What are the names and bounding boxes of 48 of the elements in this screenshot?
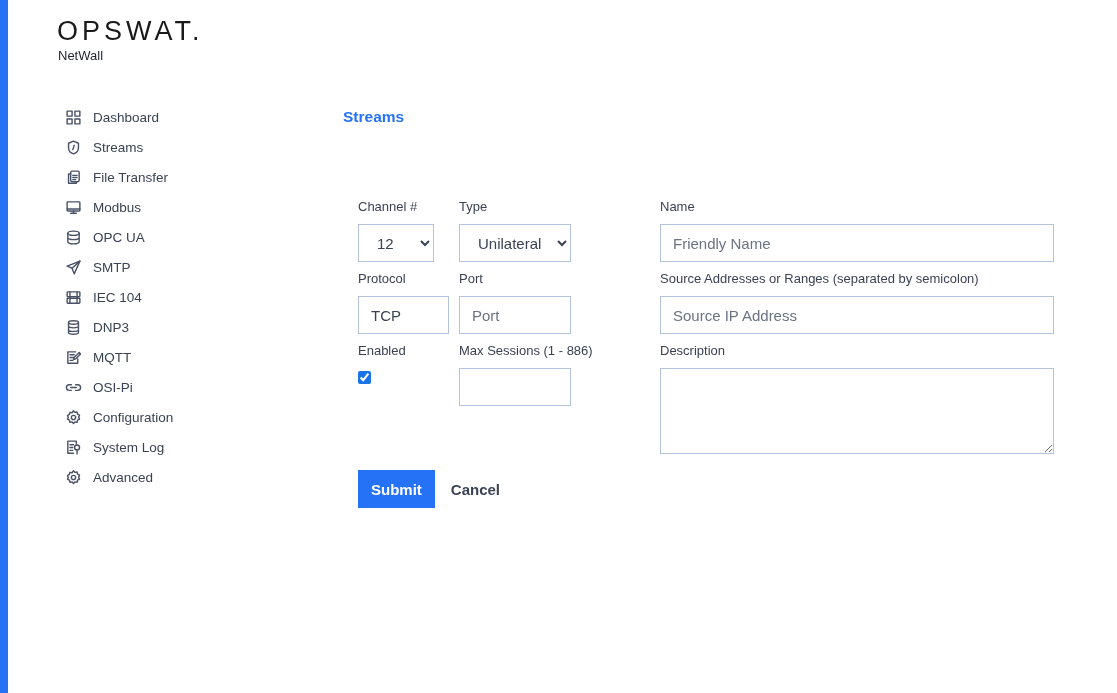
sidebar-item[interactable]: Configuration bbox=[65, 402, 174, 432]
database-icon bbox=[65, 228, 82, 246]
field-label: Description bbox=[660, 342, 726, 359]
field-label: Source Addresses or Ranges (separated by semicolon) bbox=[660, 270, 979, 287]
page-title: Streams bbox=[343, 108, 405, 126]
field-label: Enabled bbox=[358, 342, 406, 359]
shield-icon bbox=[65, 138, 82, 156]
grid-icon bbox=[65, 108, 82, 126]
field-label: Channel # bbox=[358, 198, 418, 215]
input-field[interactable]: TCP bbox=[358, 296, 449, 334]
logo: OPSWAT. bbox=[57, 17, 204, 45]
field-label: Max Sessions (1 - 886) bbox=[459, 342, 593, 359]
sidebar-item[interactable]: OSI-Pi bbox=[65, 372, 133, 402]
sidebar-item[interactable]: Dashboard bbox=[65, 102, 160, 132]
field-label: Port bbox=[459, 270, 483, 287]
documents-icon bbox=[65, 168, 82, 186]
sidebar-item[interactable]: Streams bbox=[65, 132, 144, 162]
sidebar-item[interactable]: IEC 104 bbox=[65, 282, 142, 312]
field-label: Name bbox=[660, 198, 695, 215]
text-area[interactable] bbox=[660, 368, 1054, 454]
cancel-button[interactable]: Cancel bbox=[450, 470, 501, 508]
field-label: Type bbox=[459, 198, 488, 215]
checkbox[interactable] bbox=[358, 371, 371, 384]
server-icon bbox=[65, 288, 82, 306]
settings-icon bbox=[65, 408, 82, 426]
sidebar-item[interactable]: SMTP bbox=[65, 252, 131, 282]
input-field[interactable]: Source IP Address bbox=[660, 296, 1054, 334]
field-label: Protocol bbox=[358, 270, 406, 287]
paper-plane-icon bbox=[65, 258, 82, 276]
dropdown[interactable]: Unilateral bbox=[459, 224, 571, 262]
sidebar-item[interactable]: MQTT bbox=[65, 342, 132, 372]
database-icon bbox=[65, 318, 82, 336]
sidebar-item[interactable]: DNP3 bbox=[65, 312, 129, 342]
input-field[interactable] bbox=[459, 368, 571, 406]
sidebar-item[interactable]: File Transfer bbox=[65, 162, 169, 192]
log-icon bbox=[65, 438, 82, 456]
input-field[interactable]: Friendly Name bbox=[660, 224, 1054, 262]
product-name: NetWall bbox=[58, 48, 104, 63]
settings-icon bbox=[65, 468, 82, 486]
submit-button[interactable]: Submit bbox=[358, 470, 435, 508]
edit-list-icon bbox=[65, 348, 82, 366]
monitor-icon bbox=[65, 198, 82, 216]
dropdown[interactable]: 12 bbox=[358, 224, 434, 262]
input-field[interactable]: Port bbox=[459, 296, 571, 334]
sidebar-item[interactable]: Modbus bbox=[65, 192, 142, 222]
sidebar-item[interactable]: System Log bbox=[65, 432, 165, 462]
sidebar-item[interactable]: OPC UA bbox=[65, 222, 145, 252]
sidebar-item[interactable]: Advanced bbox=[65, 462, 154, 492]
